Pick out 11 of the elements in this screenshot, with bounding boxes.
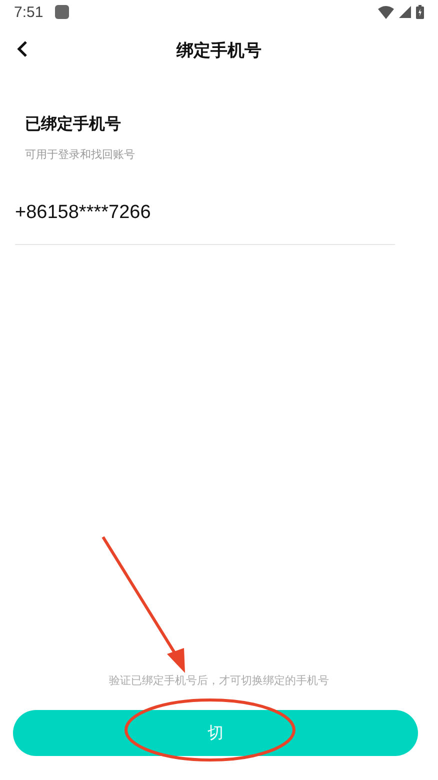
battery-icon — [416, 5, 424, 19]
switch-button[interactable]: 切 — [13, 710, 418, 756]
notification-icon — [55, 5, 70, 19]
section-title: 已绑定手机号 — [24, 114, 122, 135]
status-time: 7:51 — [14, 4, 44, 20]
page-title: 绑定手机号 — [176, 40, 262, 62]
signal-icon — [399, 6, 411, 18]
hint-text: 验证已绑定手机号后，才可切换绑定的手机号 — [108, 673, 330, 688]
section-subtitle: 可用于登录和找回账号 — [24, 147, 136, 162]
phone-number: +86158****7266 — [15, 202, 395, 245]
wifi-icon — [378, 6, 394, 18]
